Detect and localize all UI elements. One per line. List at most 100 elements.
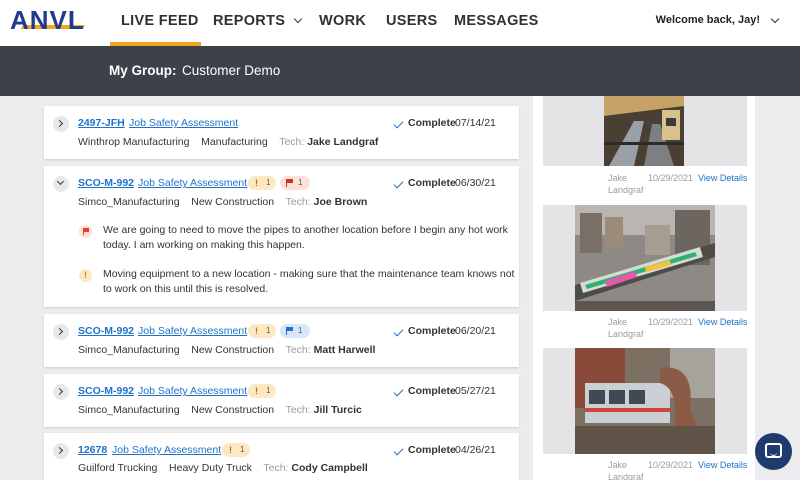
feed-card-expanded[interactable]: SCO-M-992 Job Safety Assessment ! 1 1 Co…: [44, 166, 519, 307]
photo-tech-last: Landgraf: [608, 329, 644, 339]
feed-card[interactable]: SCO-M-992 Job Safety Assessment ! 1 1 Co…: [44, 314, 519, 367]
photo-thumbnail-frame[interactable]: [543, 205, 747, 311]
note-text: Moving equipment to a new location - mak…: [103, 268, 515, 295]
badge-count: 1: [266, 326, 271, 335]
photo-tech-first: Jake: [608, 317, 628, 327]
job-id-link[interactable]: SCO-M-992: [78, 325, 134, 337]
feed-card[interactable]: 12678 Job Safety Assessment ! 1 Complete…: [44, 433, 519, 480]
tech-name: Matt Harwell: [313, 344, 376, 356]
logo-text: ANVL: [10, 5, 85, 35]
note-text: We are going to need to move the pipes t…: [103, 224, 508, 251]
badge-count: 1: [298, 178, 303, 187]
nav-reports-label: REPORTS: [213, 13, 286, 29]
train-photo[interactable]: [604, 96, 684, 166]
job-meta: Guilford Trucking Heavy Duty Truck Tech:…: [78, 462, 368, 474]
job-type-link[interactable]: Job Safety Assessment: [138, 325, 247, 337]
nav-users[interactable]: USERS: [386, 13, 437, 29]
category-name: New Construction: [191, 196, 275, 208]
warning-badge: ! 1: [248, 176, 276, 190]
photo-tech: Jake Landgraf: [608, 172, 648, 196]
category-name: New Construction: [191, 344, 275, 356]
flag-note-icon: [79, 225, 92, 238]
photo-feed-column: Jake Landgraf 10/29/2021 View Details Ja: [533, 96, 755, 480]
nav-reports[interactable]: REPORTS: [213, 13, 303, 29]
group-name[interactable]: Customer Demo: [182, 63, 280, 78]
job-type-link[interactable]: Job Safety Assessment: [129, 117, 238, 129]
tech-label: Tech:: [279, 136, 305, 148]
job-date: 07/14/21: [455, 117, 496, 129]
top-nav: ANVL LIVE FEED REPORTS WORK USERS MESSAG…: [0, 0, 800, 46]
photo-tech-last: Landgraf: [608, 185, 644, 195]
badge-count: 1: [266, 178, 271, 187]
welcome-user-menu[interactable]: Welcome back, Jay!: [656, 14, 760, 26]
category-name: Heavy Duty Truck: [169, 462, 252, 474]
category-name: New Construction: [191, 404, 275, 416]
job-id-link[interactable]: SCO-M-992: [78, 385, 134, 397]
company-name: Winthrop Manufacturing: [78, 136, 190, 148]
warning-icon: !: [255, 386, 258, 396]
job-type-link[interactable]: Job Safety Assessment: [138, 385, 247, 397]
category-name: Manufacturing: [201, 136, 268, 148]
photo-tech: Jake Landgraf: [608, 459, 648, 480]
job-date: 04/26/21: [455, 444, 496, 456]
job-id-link[interactable]: 12678: [78, 444, 107, 456]
chevron-down-icon[interactable]: [770, 14, 780, 24]
company-name: Guilford Trucking: [78, 462, 158, 474]
status-label: Complete: [408, 385, 456, 397]
tech-name: Cody Campbell: [291, 462, 368, 474]
company-name: Simco_Manufacturing: [78, 196, 180, 208]
check-icon: [393, 326, 404, 337]
tech-label: Tech:: [285, 404, 311, 416]
expand-chevron-icon[interactable]: [53, 384, 69, 400]
view-details-link[interactable]: View Details: [698, 460, 747, 470]
flag-icon: [83, 228, 89, 235]
expand-chevron-icon[interactable]: [53, 116, 69, 132]
photo-tech: Jake Landgraf: [608, 316, 648, 340]
group-label: My Group:: [109, 63, 177, 78]
nav-messages[interactable]: MESSAGES: [454, 13, 539, 29]
check-icon: [393, 118, 404, 129]
check-icon: [393, 445, 404, 456]
photo-tech-last: Landgraf: [608, 472, 644, 480]
collapse-chevron-icon[interactable]: [53, 176, 69, 192]
warning-icon: !: [255, 326, 258, 336]
nav-work[interactable]: WORK: [319, 13, 366, 29]
view-details-link[interactable]: View Details: [698, 317, 747, 327]
train-photo[interactable]: [575, 348, 715, 454]
nav-live-feed[interactable]: LIVE FEED: [121, 13, 199, 29]
badge-count: 1: [240, 445, 245, 454]
photo-thumbnail-frame[interactable]: [543, 348, 747, 454]
photo-date: 10/29/2021: [648, 317, 694, 327]
expand-chevron-icon[interactable]: [53, 443, 69, 459]
chevron-down-icon: [293, 14, 303, 24]
tech-label: Tech:: [285, 196, 311, 208]
status-label: Complete: [408, 325, 456, 337]
job-id-link[interactable]: 2497-JFH: [78, 117, 125, 129]
status-label: Complete: [408, 177, 456, 189]
company-name: Simco_Manufacturing: [78, 404, 180, 416]
job-date: 05/27/21: [455, 385, 496, 397]
job-id-link[interactable]: SCO-M-992: [78, 177, 134, 189]
job-type-link[interactable]: Job Safety Assessment: [138, 177, 247, 189]
company-name: Simco_Manufacturing: [78, 344, 180, 356]
status-label: Complete: [408, 117, 456, 129]
check-icon: [393, 386, 404, 397]
feed-card[interactable]: SCO-M-992 Job Safety Assessment ! 1 Comp…: [44, 374, 519, 427]
flag-badge: 1: [280, 176, 310, 190]
flag-badge: 1: [280, 324, 310, 338]
photo-thumbnail-frame[interactable]: [543, 96, 747, 166]
warning-badge: ! 1: [248, 324, 276, 338]
job-date: 06/30/21: [455, 177, 496, 189]
warning-badge: ! 1: [248, 384, 276, 398]
tech-label: Tech:: [285, 344, 311, 356]
train-photo[interactable]: [575, 205, 715, 311]
chat-support-button[interactable]: [755, 433, 792, 470]
expand-chevron-icon[interactable]: [53, 324, 69, 340]
view-details-link[interactable]: View Details: [698, 173, 747, 183]
job-type-link[interactable]: Job Safety Assessment: [112, 444, 221, 456]
warning-icon: !: [229, 445, 232, 455]
job-date: 06/20/21: [455, 325, 496, 337]
chat-bubble-icon: [765, 443, 782, 458]
status-label: Complete: [408, 444, 456, 456]
feed-card[interactable]: 2497-JFH Job Safety Assessment Complete …: [44, 106, 519, 159]
